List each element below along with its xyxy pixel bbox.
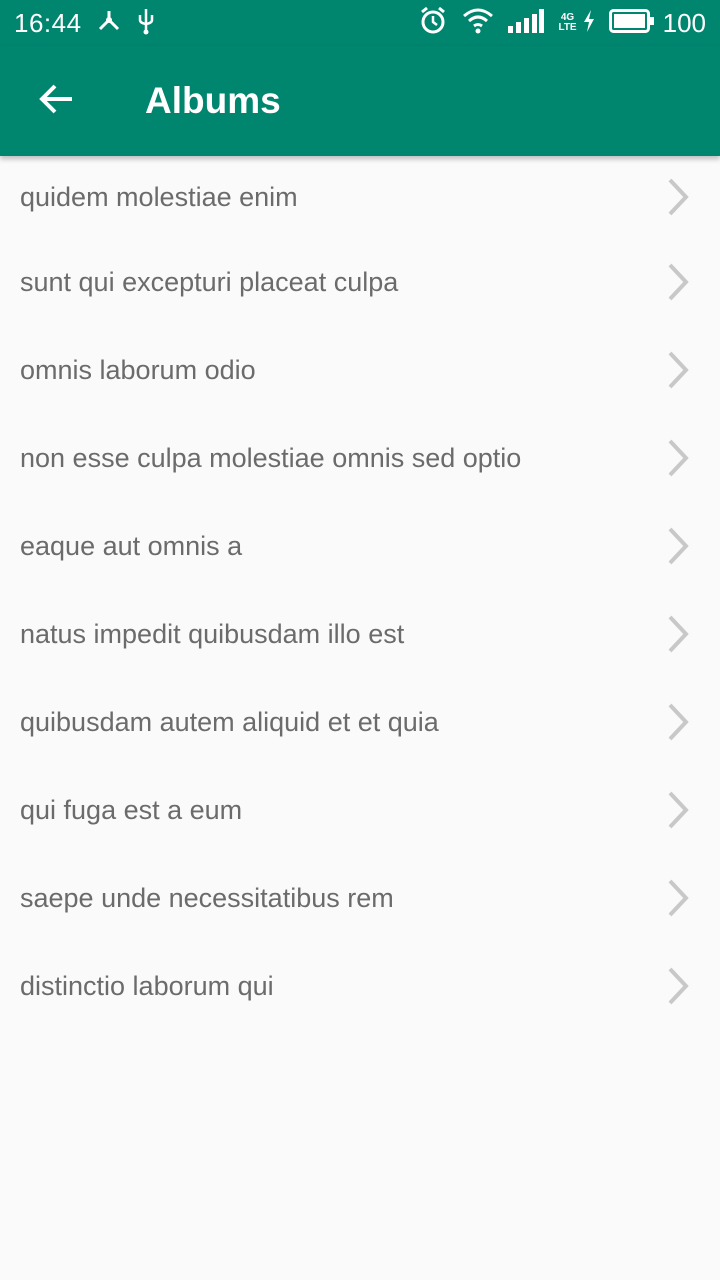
album-title: quidem molestiae enim [20,181,298,212]
usb-icon [136,7,156,40]
alarm-icon [418,6,448,41]
album-title: qui fuga est a eum [20,794,243,825]
chevron-right-icon [664,526,692,566]
album-list-item[interactable]: non esse culpa molestiae omnis sed optio [0,414,720,502]
album-title: distinctio laborum qui [20,970,274,1001]
signal-icon [508,8,545,38]
album-list-item[interactable]: omnis laborum odio [0,326,720,414]
chevron-right-icon [664,966,692,1006]
album-title: eaque aut omnis a [20,530,243,561]
chevron-right-icon [664,350,692,390]
chevron-right-icon [664,177,692,217]
app-bar: Albums [0,46,720,156]
share-icon [96,8,122,39]
status-time: 16:44 [14,7,82,38]
chevron-right-icon [664,614,692,654]
chevron-right-icon [664,702,692,742]
network-type-bottom: LTE [558,22,577,33]
album-title: non esse culpa molestiae omnis sed optio [20,442,522,473]
battery-level: 100 [662,7,706,38]
album-list-item[interactable]: natus impedit quibusdam illo est [0,590,720,678]
album-list-item[interactable]: distinctio laborum qui [0,942,720,1030]
back-button[interactable] [0,46,112,156]
network-type: 4G LTE [558,13,576,33]
wifi-icon [462,7,494,40]
status-bar: 16:44 4G LTE 100 [0,0,720,46]
charging-icon [583,9,595,37]
album-list-item[interactable]: qui fuga est a eum [0,766,720,854]
chevron-right-icon [664,262,692,302]
album-title: quibusdam autem aliquid et et quia [20,706,439,737]
chevron-right-icon [664,878,692,918]
battery-icon [608,8,655,38]
page-title: Albums [145,80,281,121]
album-list-item[interactable]: sunt qui excepturi placeat culpa [0,238,720,326]
chevron-right-icon [664,790,692,830]
album-list-item[interactable]: saepe unde necessitatibus rem [0,854,720,942]
album-title: omnis laborum odio [20,354,256,385]
album-title: sunt qui excepturi placeat culpa [20,266,399,297]
arrow-back-icon [38,83,74,120]
album-list-item[interactable]: quidem molestiae enim [0,156,720,238]
chevron-right-icon [664,438,692,478]
album-title: saepe unde necessitatibus rem [20,882,394,913]
album-list-item[interactable]: eaque aut omnis a [0,502,720,590]
album-title: natus impedit quibusdam illo est [20,618,405,649]
album-list: quidem molestiae enim sunt qui excepturi… [0,156,720,1030]
album-list-item[interactable]: quibusdam autem aliquid et et quia [0,678,720,766]
